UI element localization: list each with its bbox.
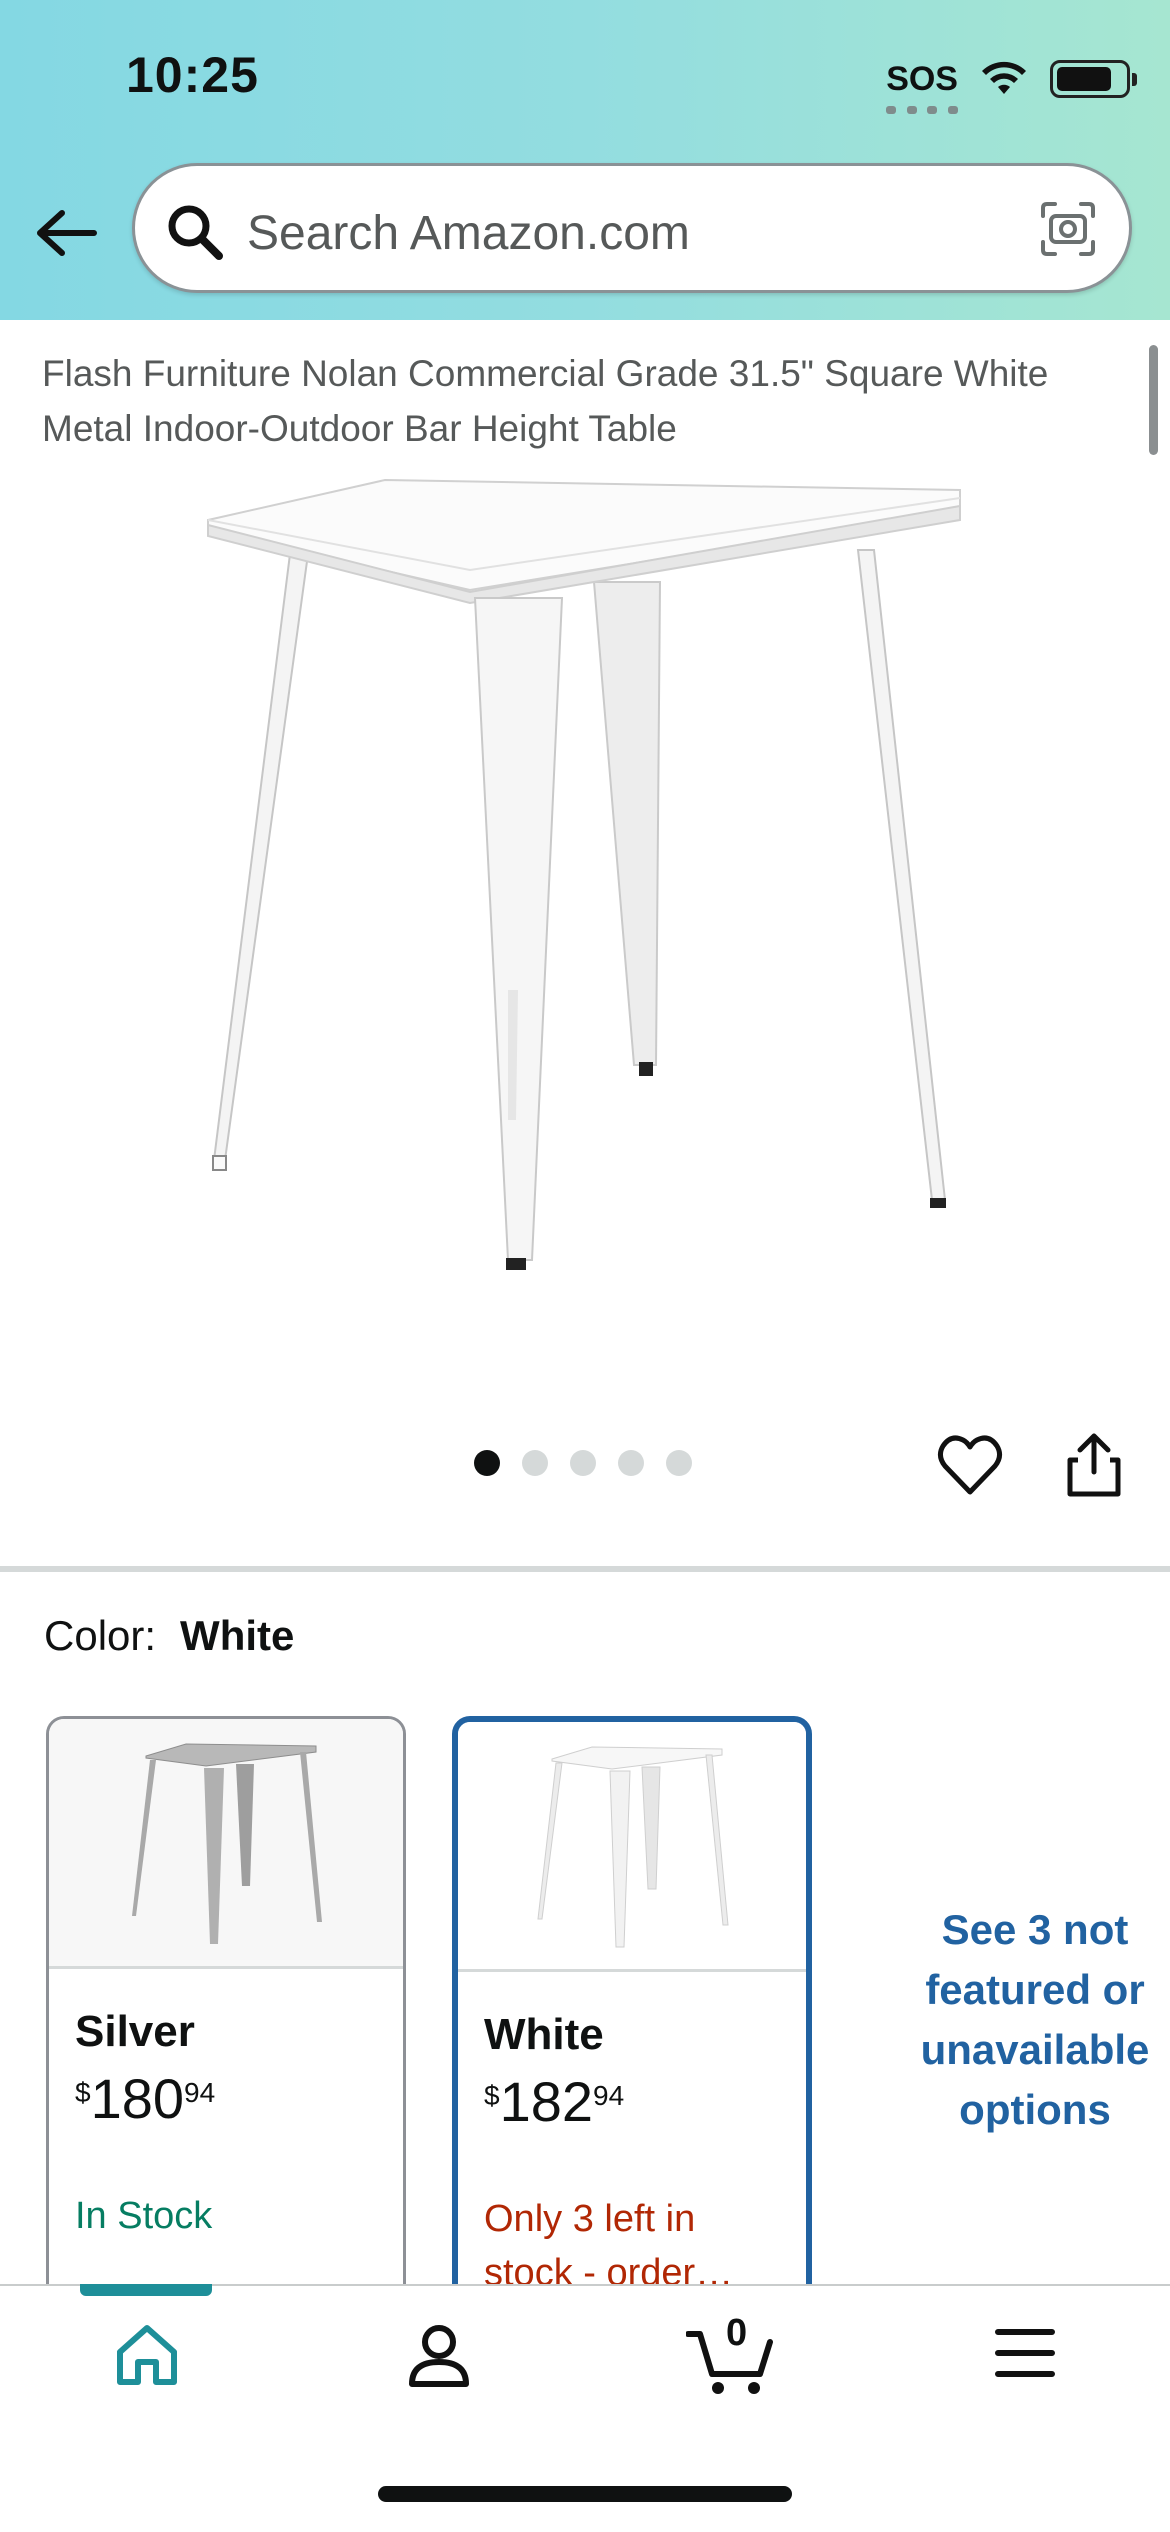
- active-tab-indicator: [80, 2284, 212, 2296]
- camera-search-icon[interactable]: [1039, 200, 1097, 258]
- back-arrow-icon: [37, 210, 97, 256]
- selected-color: White: [180, 1612, 295, 1659]
- product-title[interactable]: Flash Furniture Nolan Commercial Grade 3…: [42, 346, 1132, 456]
- cart-count: 0: [726, 2312, 748, 2354]
- nav-home[interactable]: [112, 2320, 182, 2395]
- product-image[interactable]: [190, 470, 970, 1330]
- swatch-thumbnail: [49, 1719, 403, 1969]
- battery-icon: [1050, 60, 1137, 98]
- top-bar: 10:25 SOS Search Amazon.com: [0, 0, 1170, 320]
- swatch-thumbnail: [458, 1722, 806, 1972]
- availability-status: In Stock: [75, 2195, 213, 2237]
- account-icon: [409, 2325, 469, 2387]
- sos-indicator: SOS: [886, 62, 958, 114]
- wishlist-heart-icon[interactable]: [935, 1430, 1005, 1500]
- white-table-thumbnail: [537, 1745, 729, 1947]
- menu-icon: [995, 2329, 1055, 2377]
- share-icon[interactable]: [1064, 1430, 1124, 1500]
- option-name: White: [484, 2010, 604, 2059]
- home-indicator[interactable]: [378, 2486, 792, 2502]
- color-option-white[interactable]: White $182 94 Only 3 left in stock - orde…: [452, 1716, 812, 2316]
- image-carousel-dots[interactable]: [474, 1450, 692, 1476]
- carousel-dot[interactable]: [474, 1450, 500, 1476]
- scroll-indicator: [1149, 345, 1158, 455]
- search-input[interactable]: Search Amazon.com: [132, 163, 1132, 293]
- nav-menu[interactable]: [992, 2320, 1058, 2391]
- carousel-dot[interactable]: [618, 1450, 644, 1476]
- section-divider: [0, 1566, 1170, 1572]
- carousel-dot[interactable]: [666, 1450, 692, 1476]
- silver-table-thumbnail: [132, 1742, 322, 1944]
- nav-cart[interactable]: 0: [685, 2312, 776, 2403]
- status-time: 10:25: [126, 47, 259, 103]
- home-icon: [117, 2325, 177, 2385]
- color-label: Color:: [44, 1612, 157, 1659]
- carousel-dot[interactable]: [570, 1450, 596, 1476]
- color-option-silver[interactable]: Silver $180 94 In Stock: [46, 1716, 406, 2316]
- option-price: $180 94: [75, 2067, 216, 2130]
- search-placeholder: Search Amazon.com: [247, 207, 690, 260]
- search-icon: [168, 205, 223, 260]
- see-more-options-link[interactable]: See 3 not featured or unavailable option…: [890, 1900, 1170, 2140]
- nav-account[interactable]: [404, 2320, 474, 2395]
- wifi-icon: [982, 61, 1026, 94]
- option-price: $182 94: [484, 2070, 625, 2133]
- status-icons: SOS: [886, 52, 1137, 114]
- carousel-dot[interactable]: [522, 1450, 548, 1476]
- back-button[interactable]: [34, 200, 100, 266]
- color-label-row: Color: White: [44, 1612, 294, 1660]
- option-name: Silver: [75, 2007, 195, 2056]
